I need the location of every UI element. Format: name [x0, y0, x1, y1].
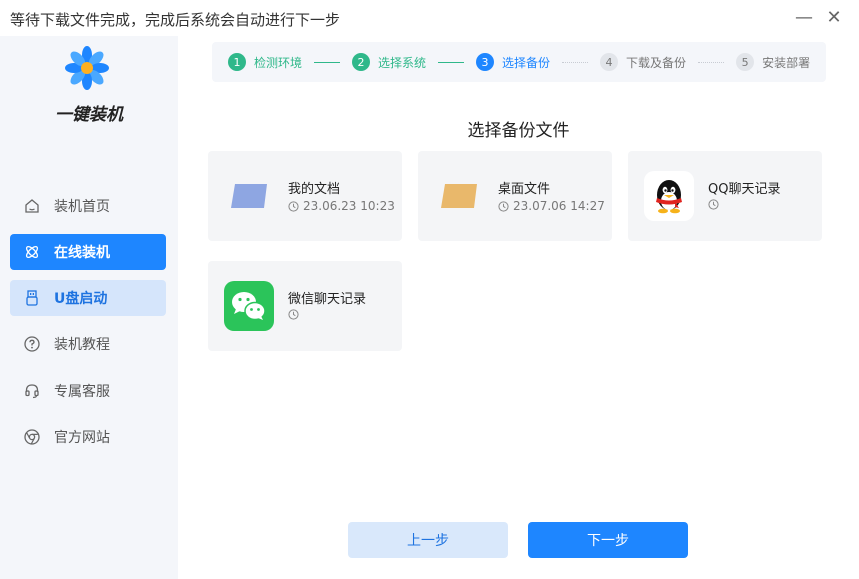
sidebar-item-usb-boot[interactable]: U盘启动: [10, 280, 166, 316]
step-label: 选择系统: [378, 55, 427, 70]
step-indicator: 1 检测环境 2 选择系统 3 选择备份 4 下载及备份 5 安装部署: [212, 42, 826, 82]
step-select-backup: 3 选择备份: [476, 53, 550, 71]
section-title: 选择备份文件: [467, 121, 570, 141]
card-time: [708, 199, 723, 210]
headset-icon: [24, 383, 40, 399]
step-label: 下载及备份: [626, 55, 687, 70]
atom-icon: [24, 244, 40, 260]
logo-icon: [65, 46, 109, 90]
card-time-text: 23.06.23 10:23: [303, 199, 395, 213]
sidebar-item-support[interactable]: 专属客服: [10, 373, 166, 409]
browser-icon: [24, 429, 40, 445]
minimize-button[interactable]: —: [794, 8, 814, 28]
clock-icon: [288, 200, 299, 212]
sidebar-item-tutorial[interactable]: 装机教程: [10, 326, 166, 362]
step-connector: [562, 61, 589, 63]
home-icon: [24, 198, 40, 214]
main-panel: 1 检测环境 2 选择系统 3 选择备份 4 下载及备份 5 安装部署 选择备份…: [178, 36, 859, 579]
step-label: 选择备份: [502, 55, 551, 70]
step-check-env: 1 检测环境: [228, 53, 302, 71]
card-title: 微信聊天记录: [288, 292, 367, 307]
folder-blue-icon: [224, 171, 274, 221]
step-connector: [698, 61, 725, 63]
title-bar: 等待下载文件完成，完成后系统会自动进行下一步 — ✕: [0, 0, 859, 36]
step-number: 3: [476, 53, 495, 71]
window-title: 等待下载文件完成，完成后系统会自动进行下一步: [10, 11, 341, 29]
step-label: 检测环境: [254, 55, 303, 70]
backup-card-qq[interactable]: QQ聊天记录: [628, 151, 822, 241]
next-step-button[interactable]: 下一步: [528, 522, 688, 558]
clock-icon: [498, 200, 509, 212]
card-title: 我的文档: [288, 182, 341, 197]
step-number: 5: [736, 53, 755, 71]
usb-icon: [24, 290, 40, 306]
step-connector: [438, 61, 465, 63]
card-time: 23.06.23 10:23: [288, 199, 395, 213]
card-time-text: 23.07.06 14:27: [513, 199, 605, 213]
backup-card-wechat[interactable]: 微信聊天记录: [208, 261, 402, 351]
card-time: [288, 309, 303, 320]
wechat-icon: [224, 281, 274, 331]
sidebar-item-online-install[interactable]: 在线装机: [10, 234, 166, 270]
help-icon: [24, 336, 40, 352]
backup-card-desktop[interactable]: 桌面文件 23.07.06 14:27: [418, 151, 612, 241]
clock-icon: [708, 199, 719, 210]
step-connector: [314, 61, 341, 63]
backup-card-documents[interactable]: 我的文档 23.06.23 10:23: [208, 151, 402, 241]
step-download-backup: 4 下载及备份: [600, 53, 686, 71]
sidebar-item-label: 装机首页: [54, 199, 110, 215]
card-time: 23.07.06 14:27: [498, 199, 605, 213]
step-number: 1: [228, 53, 246, 71]
sidebar: 一键装机 装机首页 在线装机 U盘启动 装机教程 专属客服 官方网站: [0, 36, 178, 579]
qq-icon: [644, 171, 694, 221]
sidebar-item-label: 专属客服: [54, 384, 110, 400]
sidebar-item-website[interactable]: 官方网站: [10, 419, 166, 455]
brand-name: 一键装机: [55, 105, 123, 125]
step-number: 4: [600, 53, 619, 71]
step-select-system: 2 选择系统: [352, 53, 426, 71]
folder-orange-icon: [434, 171, 484, 221]
card-title: 桌面文件: [498, 182, 551, 197]
close-button[interactable]: ✕: [824, 8, 844, 28]
clock-icon: [288, 309, 299, 320]
sidebar-item-label: 官方网站: [54, 430, 110, 446]
step-number: 2: [352, 53, 371, 71]
sidebar-item-home[interactable]: 装机首页: [10, 188, 166, 224]
step-install-deploy: 5 安装部署: [736, 53, 810, 71]
sidebar-item-label: 装机教程: [54, 337, 110, 353]
sidebar-item-label: U盘启动: [54, 291, 108, 307]
prev-step-button[interactable]: 上一步: [348, 522, 508, 558]
step-label: 安装部署: [762, 55, 811, 70]
card-title: QQ聊天记录: [708, 182, 781, 197]
sidebar-item-label: 在线装机: [54, 245, 110, 261]
